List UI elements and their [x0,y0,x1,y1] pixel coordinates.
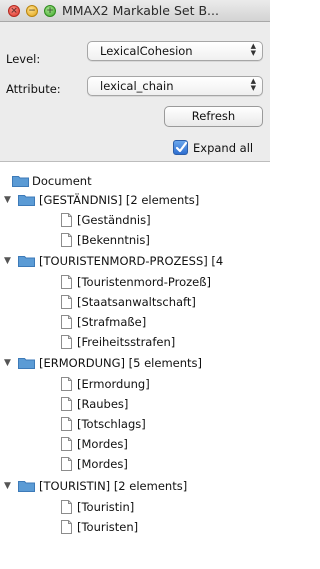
tree-root-label: Document [32,174,92,188]
close-window-icon[interactable]: × [8,5,20,17]
tree-group-label: [TOURISTIN] [2 elements] [39,479,188,493]
document-icon [61,397,72,411]
tree-item-label: [Totschlags] [77,417,146,431]
checkmark-icon [175,141,188,153]
document-icon [61,437,72,451]
tree-item-label: [Freiheitsstrafen] [77,335,176,349]
level-select-value: LexicalCohesion [100,44,193,58]
tree-group-label: [GESTÄNDNIS] [2 elements] [39,193,200,207]
attribute-select[interactable]: lexical_chain ▲ ▼ [87,76,263,96]
expanded-triangle-icon[interactable]: ▼ [4,476,11,496]
refresh-button[interactable]: Refresh [164,106,263,127]
tree-item-label: [Geständnis] [77,213,151,227]
document-icon [61,233,72,247]
attribute-select-value: lexical_chain [100,79,174,93]
document-icon [61,213,72,227]
tree-root[interactable]: Document [0,171,270,191]
expand-all-label: Expand all [193,141,254,155]
document-icon [61,457,72,471]
select-arrows-icon: ▲ ▼ [250,77,256,92]
expanded-triangle-icon[interactable]: ▼ [4,190,11,210]
tree-group-label: [TOURISTENMORD-PROZESS] [4 [39,254,224,268]
level-label: Level: [6,52,41,66]
tree-item[interactable]: [Touristenmord-Prozeß] [0,272,270,292]
tree-group[interactable]: ▼ [ERMORDUNG] [5 elements] [0,353,270,373]
document-icon [61,377,72,391]
tree-item[interactable]: [Touristin] [0,497,270,517]
folder-icon [18,481,35,492]
expand-all-checkbox[interactable] [173,140,188,155]
tree-item-label: [Bekenntnis] [77,233,150,247]
tree-item[interactable]: [Ermordung] [0,374,270,394]
markable-set-tree[interactable]: Document ▼ [GESTÄNDNIS] [2 elements] [Ge… [0,162,270,569]
tree-item-label: [Touristenmord-Prozeß] [77,275,211,289]
tree-item[interactable]: [Raubes] [0,394,270,414]
tree-item[interactable]: [Geständnis] [0,210,270,230]
tree-item-label: [Touristen] [77,520,139,534]
tree-item[interactable]: [Bekenntnis] [0,230,270,250]
minimize-window-icon[interactable]: − [26,5,38,17]
tree-item-label: [Mordes] [77,457,128,471]
tree-item[interactable]: [Touristen] [0,517,270,537]
tree-item-label: [Strafmaße] [77,315,147,329]
title-bar[interactable]: × − + MMAX2 Markable Set B... [0,0,270,22]
folder-icon [18,195,35,206]
document-icon [61,500,72,514]
folder-icon [18,358,35,369]
tree-item-label: [Staatsanwaltschaft] [77,295,196,309]
document-icon [61,417,72,431]
tree-group-label: [ERMORDUNG] [5 elements] [39,356,202,370]
level-select[interactable]: LexicalCohesion ▲ ▼ [87,41,263,61]
expanded-triangle-icon[interactable]: ▼ [4,353,11,373]
tree-item[interactable]: [Staatsanwaltschaft] [0,292,270,312]
tree-item-label: [Touristin] [77,500,135,514]
tree-item[interactable]: [Strafmaße] [0,312,270,332]
window-title: MMAX2 Markable Set B... [62,3,219,18]
document-icon [61,275,72,289]
tree-item[interactable]: [Mordes] [0,434,270,454]
tree-group[interactable]: ▼ [TOURISTENMORD-PROZESS] [4 [0,251,270,271]
document-icon [61,295,72,309]
tree-item-label: [Raubes] [77,397,129,411]
attribute-label: Attribute: [6,82,61,96]
folder-icon [12,176,29,187]
zoom-window-icon[interactable]: + [44,5,56,17]
tree-item[interactable]: [Freiheitsstrafen] [0,332,270,352]
tree-item-label: [Mordes] [77,437,128,451]
select-arrows-icon: ▲ ▼ [250,42,256,57]
expanded-triangle-icon[interactable]: ▼ [4,251,11,271]
document-icon [61,315,72,329]
tree-item-label: [Ermordung] [77,377,150,391]
tree-group[interactable]: ▼ [TOURISTIN] [2 elements] [0,476,270,496]
tree-item[interactable]: [Totschlags] [0,414,270,434]
tree-item[interactable]: [Mordes] [0,454,270,474]
tree-group[interactable]: ▼ [GESTÄNDNIS] [2 elements] [0,190,270,210]
document-icon [61,520,72,534]
folder-icon [18,256,35,267]
controls-panel: Level: LexicalCohesion ▲ ▼ Attribute: lex… [0,22,270,162]
document-icon [61,335,72,349]
